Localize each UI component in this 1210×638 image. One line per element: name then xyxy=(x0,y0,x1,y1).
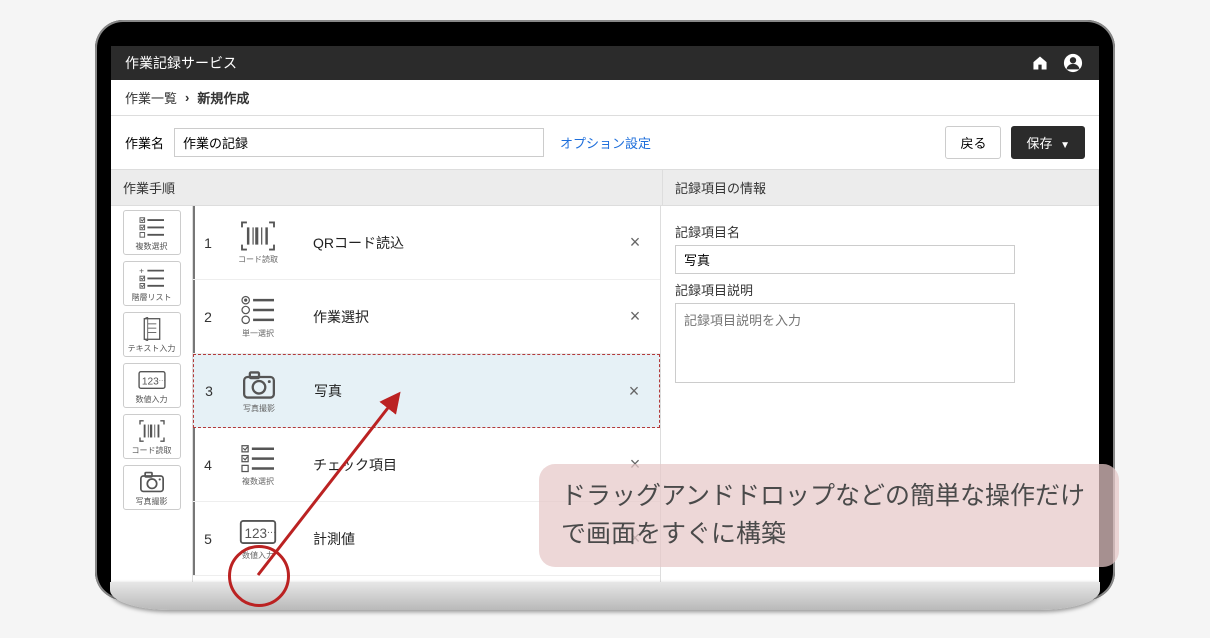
step-name: QRコード読込 xyxy=(293,233,620,253)
laptop-base xyxy=(110,582,1100,610)
delete-step-icon[interactable]: × xyxy=(620,232,650,253)
step-number: 4 xyxy=(193,457,223,473)
palette-label: 数値入力 xyxy=(136,394,168,405)
text-input-icon xyxy=(135,317,169,341)
palette-label: コード読取 xyxy=(132,445,172,456)
option-settings-link[interactable]: オプション設定 xyxy=(560,133,651,152)
tree-list-icon xyxy=(135,266,169,290)
task-name-input[interactable] xyxy=(174,128,544,157)
camera-icon xyxy=(135,470,169,494)
save-button[interactable]: 保存 ▼ xyxy=(1011,126,1085,159)
user-icon[interactable] xyxy=(1063,53,1085,73)
step-row[interactable]: 2 単一選択 作業選択 × xyxy=(193,280,660,354)
detail-header: 記録項目の情報 xyxy=(663,170,1099,206)
app-title: 作業記録サービス xyxy=(125,53,237,73)
palette-label: 写真撮影 xyxy=(136,496,168,507)
step-number: 2 xyxy=(193,309,223,325)
code-scan-icon xyxy=(135,419,169,443)
palette-label: 階層リスト xyxy=(132,292,172,303)
delete-step-icon[interactable]: × xyxy=(619,381,649,402)
palette-label: テキスト入力 xyxy=(128,343,176,354)
single-select-icon xyxy=(237,294,279,326)
palette-camera[interactable]: 写真撮影 xyxy=(123,465,181,510)
palette-code-scan[interactable]: コード読取 xyxy=(123,414,181,459)
step-icon-caption: 写真撮影 xyxy=(243,403,275,414)
chevron-down-icon: ▼ xyxy=(1060,140,1070,151)
save-button-label: 保存 xyxy=(1026,136,1052,151)
palette-number-input[interactable]: 数値入力 xyxy=(123,363,181,408)
step-icon-caption: 複数選択 xyxy=(242,476,274,487)
palette-text-input[interactable]: テキスト入力 xyxy=(123,312,181,357)
multi-select-icon xyxy=(237,442,279,474)
item-desc-label: 記録項目説明 xyxy=(675,280,1085,299)
back-button[interactable]: 戻る xyxy=(945,126,1001,159)
task-name-label: 作業名 xyxy=(125,133,164,152)
camera-icon xyxy=(238,369,280,401)
item-desc-textarea[interactable] xyxy=(675,303,1015,383)
steps-header: 作業手順 xyxy=(111,170,663,206)
step-number: 3 xyxy=(194,383,224,399)
item-name-label: 記録項目名 xyxy=(675,222,1085,241)
delete-step-icon[interactable]: × xyxy=(620,306,650,327)
palette-label: 複数選択 xyxy=(136,241,168,252)
step-icon-caption: コード読取 xyxy=(238,254,278,265)
annotation-callout: ドラッグアンドドロップなどの簡単な操作だけで画面をすぐに構築 xyxy=(539,464,1119,567)
step-number: 5 xyxy=(193,531,223,547)
app-header: 作業記録サービス xyxy=(111,46,1099,80)
home-icon[interactable] xyxy=(1031,54,1053,72)
step-name: 作業選択 xyxy=(293,307,620,327)
multi-select-icon xyxy=(135,215,169,239)
palette-tree-list[interactable]: 階層リスト xyxy=(123,261,181,306)
title-bar: 作業名 オプション設定 戻る 保存 ▼ xyxy=(111,116,1099,170)
palette-multi-select[interactable]: 複数選択 xyxy=(123,210,181,255)
component-palette: 複数選択 階層リスト テキスト入力 数値入力 コード読取 xyxy=(111,206,193,591)
chevron-right-icon: › xyxy=(185,90,189,105)
breadcrumb: 作業一覧 › 新規作成 xyxy=(111,80,1099,116)
code-scan-icon xyxy=(237,220,279,252)
step-number: 1 xyxy=(193,235,223,251)
section-headers: 作業手順 記録項目の情報 xyxy=(111,170,1099,206)
breadcrumb-parent[interactable]: 作業一覧 xyxy=(125,88,177,107)
step-row[interactable]: 1 コード読取 QRコード読込 × xyxy=(193,206,660,280)
item-name-input[interactable] xyxy=(675,245,1015,274)
step-row-selected[interactable]: 3 写真撮影 写真 × xyxy=(193,354,660,428)
step-name: 写真 xyxy=(294,381,619,401)
number-input-icon xyxy=(237,516,279,548)
breadcrumb-current: 新規作成 xyxy=(197,88,249,107)
step-icon-caption: 単一選択 xyxy=(242,328,274,339)
step-icon-caption: 数値入力 xyxy=(242,550,274,561)
number-input-icon xyxy=(135,368,169,392)
